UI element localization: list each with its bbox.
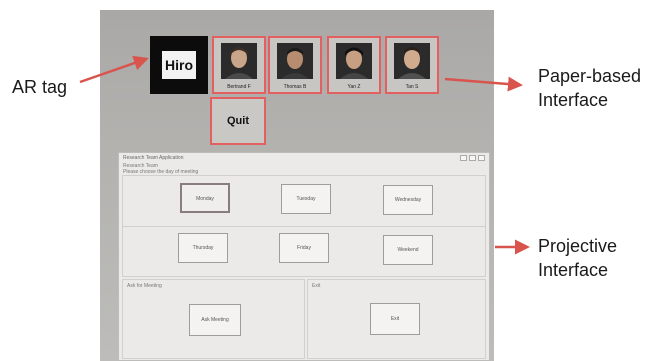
- ar-tag-arrow: [79, 55, 149, 84]
- annotation-arrows: [79, 55, 530, 255]
- paper-interface-label-line2: Interface: [538, 90, 609, 110]
- paper-interface-label-line1: Paper-based: [538, 66, 642, 86]
- projective-interface-label-line1: Projective: [538, 236, 618, 256]
- ar-tag-label: AR tag: [12, 77, 68, 97]
- projective-interface-label-line2: Interface: [538, 260, 609, 280]
- paper-interface-arrow: [444, 76, 523, 92]
